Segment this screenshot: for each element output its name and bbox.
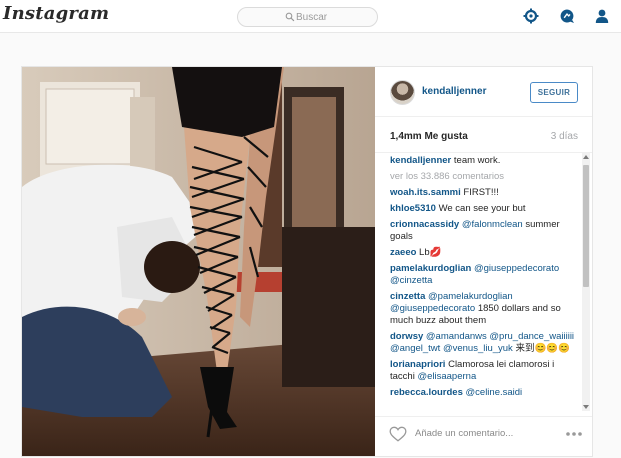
post-sidebar: kendalljenner SEGUIR 1,4mm Me gusta 3 dí… — [375, 67, 592, 456]
explore-icon[interactable] — [523, 8, 539, 24]
comments-scrollbar[interactable] — [582, 153, 590, 411]
list-item: khloe5310 We can see your but — [390, 203, 578, 215]
caption: kendalljenner team work. — [390, 155, 578, 167]
profile-icon[interactable] — [594, 8, 610, 24]
post-timestamp[interactable]: 3 días — [551, 131, 578, 142]
list-item: woah.its.sammi FIRST!!! — [390, 187, 578, 199]
comment-username[interactable]: rebecca.lourdes — [390, 387, 463, 398]
post-photo[interactable] — [22, 67, 375, 456]
post-card: kendalljenner SEGUIR 1,4mm Me gusta 3 dí… — [21, 66, 593, 457]
comment-username[interactable]: dorwsy — [390, 331, 423, 342]
activity-icon[interactable] — [559, 8, 575, 24]
list-item: cinzetta @pamelakurdoglian @giuseppedeco… — [390, 291, 578, 328]
comment-mention[interactable]: @falonmclean — [462, 219, 523, 230]
comments-list: kendalljenner team work. ver los 33.886 … — [390, 155, 578, 403]
top-navigation-bar: Instagram — [0, 0, 621, 33]
list-item: crionnacassidy @falonmclean summer goals — [390, 219, 578, 243]
likes-count[interactable]: 1,4mm Me gusta — [390, 131, 468, 142]
post-author-username[interactable]: kendalljenner — [422, 86, 486, 97]
comment-text: 来到😊😊😊 — [512, 343, 570, 355]
caption-text: team work. — [453, 155, 501, 166]
comment-username[interactable]: crionnacassidy — [390, 219, 459, 230]
instagram-logo[interactable]: Instagram — [3, 3, 109, 24]
comment-text: Lb💋 — [419, 246, 442, 258]
comment-username[interactable]: pamelakurdoglian — [390, 263, 471, 274]
comment-mention[interactable]: @elisaaperna — [417, 371, 476, 382]
post-header: kendalljenner SEGUIR — [375, 67, 592, 117]
post-photo-image — [22, 67, 375, 456]
search-box[interactable] — [237, 7, 378, 27]
comments-section[interactable]: kendalljenner team work. ver los 33.886 … — [375, 153, 592, 411]
add-comment-input[interactable] — [415, 426, 555, 441]
comment-username[interactable]: cinzetta — [390, 291, 425, 302]
post-stats: 1,4mm Me gusta 3 días — [375, 117, 592, 153]
list-item: dorwsy @amandanws @pru_dance_waiiiiii @a… — [390, 331, 578, 355]
search-icon — [285, 12, 295, 22]
post-actions — [375, 416, 592, 456]
follow-button[interactable]: SEGUIR — [530, 82, 578, 103]
scrollbar-thumb[interactable] — [583, 165, 589, 287]
comment-username[interactable]: zaeeo — [390, 247, 416, 258]
comment-mention[interactable]: @celine.saidi — [466, 387, 523, 398]
scroll-down-arrow-icon[interactable] — [583, 405, 589, 409]
list-item: zaeeo Lb💋 — [390, 247, 578, 259]
list-item: rebecca.lourdes @celine.saidi — [390, 387, 578, 399]
caption-username[interactable]: kendalljenner — [390, 155, 451, 166]
like-heart-icon[interactable] — [389, 426, 407, 442]
search-input[interactable] — [296, 10, 374, 25]
more-options-icon[interactable] — [565, 431, 583, 437]
comment-username[interactable]: lorianapriori — [390, 359, 445, 370]
comment-username[interactable]: woah.its.sammi — [390, 187, 461, 198]
avatar[interactable] — [390, 80, 415, 105]
view-all-comments-link[interactable]: ver los 33.886 comentarios — [390, 171, 578, 183]
scroll-up-arrow-icon[interactable] — [583, 155, 589, 159]
comment-text: We can see your but — [438, 202, 526, 214]
list-item: pamelakurdoglian @giuseppedecorato @cinz… — [390, 263, 578, 287]
comment-username[interactable]: khloe5310 — [390, 203, 436, 214]
list-item: lorianapriori Clamorosa lei clamorosi i … — [390, 359, 578, 383]
comment-text: FIRST!!! — [463, 186, 499, 198]
